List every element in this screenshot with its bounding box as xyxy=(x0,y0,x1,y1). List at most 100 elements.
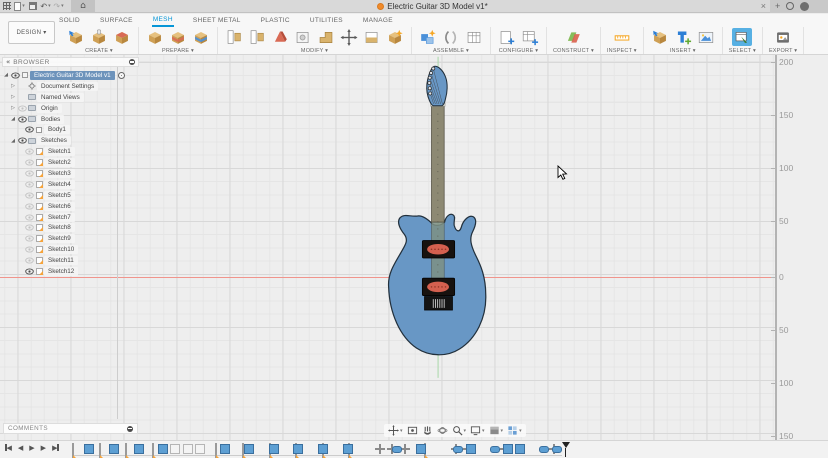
group-label-insert[interactable]: INSERT ▾ xyxy=(670,48,696,54)
zoom-icon[interactable]: ▾ xyxy=(452,425,467,436)
browser-root-item[interactable]: ◢ Electric Guitar 3D Model v1 xyxy=(2,70,139,81)
app-launcher-icon[interactable] xyxy=(0,1,13,12)
replace-with-primitive-icon[interactable] xyxy=(362,28,382,46)
browser-item-named-views[interactable]: ▷Named Views xyxy=(2,92,139,103)
visibility-icon[interactable] xyxy=(24,170,34,177)
visibility-icon[interactable] xyxy=(24,214,34,221)
browser-item-sketch4[interactable]: Sketch4 xyxy=(2,179,139,190)
browser-item-sketch10[interactable]: Sketch10 xyxy=(2,244,139,255)
save-icon[interactable] xyxy=(26,1,39,12)
configuration-icon[interactable] xyxy=(497,28,517,46)
root-visibility-icon[interactable] xyxy=(10,72,20,79)
browser-item-sketch1[interactable]: Sketch1 xyxy=(2,146,139,157)
timeline-feature-extrude[interactable] xyxy=(84,444,94,454)
fit-icon[interactable]: ▾ xyxy=(470,425,485,436)
mesh-section-icon[interactable] xyxy=(112,28,132,46)
visibility-icon[interactable] xyxy=(24,268,34,275)
tab-solid[interactable]: SOLID xyxy=(58,15,81,26)
display-settings-icon[interactable]: ▾ xyxy=(489,425,504,436)
timeline-feature-combine[interactable] xyxy=(392,446,402,453)
erase-and-fill-icon[interactable] xyxy=(270,28,290,46)
group-label-modify[interactable]: MODIFY ▾ xyxy=(301,48,328,54)
timeline-feature-combine[interactable] xyxy=(552,446,562,453)
visibility-icon[interactable] xyxy=(17,116,27,123)
generate-face-groups-icon[interactable] xyxy=(145,28,165,46)
neck-pickup[interactable] xyxy=(422,241,454,259)
redo-icon[interactable]: ↷▾ xyxy=(52,1,65,12)
browser-item-sketch2[interactable]: Sketch2 xyxy=(2,157,139,168)
browser-item-body1[interactable]: Body1 xyxy=(2,124,139,135)
repair-icon[interactable] xyxy=(168,28,188,46)
visibility-icon[interactable] xyxy=(17,105,27,112)
avatar-icon[interactable] xyxy=(800,2,809,11)
visibility-icon[interactable] xyxy=(24,224,34,231)
reduce-icon[interactable] xyxy=(316,28,336,46)
visibility-icon[interactable] xyxy=(24,257,34,264)
browser-item-sketch3[interactable]: Sketch3 xyxy=(2,168,139,179)
group-label-prepare[interactable]: PREPARE ▾ xyxy=(162,48,194,54)
browser-header[interactable]: « BROWSER xyxy=(2,57,139,67)
timeline-feature-extrude[interactable] xyxy=(109,444,119,454)
timeline-feature-sketch[interactable] xyxy=(72,443,74,458)
tab-utilities[interactable]: UTILITIES xyxy=(309,15,344,26)
group-label-configure[interactable]: CONFIGURE ▾ xyxy=(499,48,539,54)
timeline-feature-extrude[interactable] xyxy=(466,444,476,454)
visibility-icon[interactable] xyxy=(24,246,34,253)
expander-icon[interactable]: ▷ xyxy=(9,94,17,100)
timeline-feature-extrude[interactable] xyxy=(244,444,254,454)
timeline-skip-end-icon[interactable]: ▶ xyxy=(52,444,59,452)
timeline-feature-extrude[interactable] xyxy=(269,444,279,454)
browser-item-sketch8[interactable]: Sketch8 xyxy=(2,222,139,233)
sync-status-icon[interactable] xyxy=(786,2,794,10)
timeline-feature-extrude[interactable] xyxy=(220,444,230,454)
design-workspace-button[interactable]: DESIGN ▾ xyxy=(8,21,55,44)
expander-icon[interactable]: ▷ xyxy=(9,105,17,111)
visibility-icon[interactable] xyxy=(24,203,34,210)
visibility-icon[interactable] xyxy=(24,181,34,188)
joint-icon[interactable] xyxy=(441,28,461,46)
orbit-icon[interactable] xyxy=(437,425,448,436)
timeline-feature-extrude[interactable] xyxy=(318,444,328,454)
convert-mesh-icon[interactable] xyxy=(385,28,405,46)
visibility-icon[interactable] xyxy=(24,126,34,133)
undo-icon[interactable]: ↶▾ xyxy=(39,1,52,12)
timeline-feature-plane[interactable] xyxy=(195,444,205,454)
collapse-panel-icon[interactable]: « xyxy=(6,58,10,66)
expander-icon[interactable]: ◢ xyxy=(9,138,17,144)
root-expander-icon[interactable]: ◢ xyxy=(2,72,10,78)
timeline-feature-sketch[interactable] xyxy=(215,443,217,458)
smooth-icon[interactable] xyxy=(293,28,313,46)
tab-surface[interactable]: SURFACE xyxy=(99,15,134,26)
new-component-icon[interactable] xyxy=(418,28,438,46)
file-icon[interactable]: ▾ xyxy=(13,1,26,12)
look-at-icon[interactable] xyxy=(407,425,418,436)
expander-icon[interactable]: ◢ xyxy=(9,116,17,122)
move-copy-icon[interactable] xyxy=(339,28,359,46)
guitar-neck[interactable] xyxy=(432,105,445,222)
browser-item-document-settings[interactable]: ▷Document Settings xyxy=(2,81,139,92)
browser-item-sketch12[interactable]: Sketch12 xyxy=(2,266,139,277)
timeline-feature-sketch[interactable] xyxy=(99,443,101,458)
tab-sheet-metal[interactable]: SHEET METAL xyxy=(192,15,242,26)
export-icon[interactable] xyxy=(773,28,793,46)
timeline-feature-extrude[interactable] xyxy=(134,444,144,454)
plane-cut-icon[interactable] xyxy=(224,28,244,46)
browser-item-origin[interactable]: ▷Origin xyxy=(2,103,139,114)
brep-to-mesh-icon[interactable] xyxy=(89,28,109,46)
browser-menu-icon[interactable] xyxy=(129,59,135,65)
timeline-playhead[interactable] xyxy=(565,442,570,457)
comments-bar[interactable]: COMMENTS xyxy=(3,423,138,434)
tab-mesh[interactable]: MESH xyxy=(152,14,174,27)
tab-close-icon[interactable]: × xyxy=(761,1,766,11)
timeline-feature-combine[interactable] xyxy=(453,446,463,453)
guitar-bridge[interactable] xyxy=(425,297,453,311)
activate-component-icon[interactable] xyxy=(118,72,125,79)
remesh-icon[interactable] xyxy=(191,28,211,46)
group-label-export[interactable]: EXPORT ▾ xyxy=(769,48,797,54)
expander-icon[interactable]: ▷ xyxy=(9,83,17,89)
configuration-table-icon[interactable] xyxy=(520,28,540,46)
timeline-feature-extrude[interactable] xyxy=(515,444,525,454)
viewport-canvas[interactable]: 20015010050050100150 « BROWSER ◢ Electri… xyxy=(0,55,828,440)
visibility-icon[interactable] xyxy=(24,235,34,242)
group-label-assemble[interactable]: ASSEMBLE ▾ xyxy=(433,48,469,54)
